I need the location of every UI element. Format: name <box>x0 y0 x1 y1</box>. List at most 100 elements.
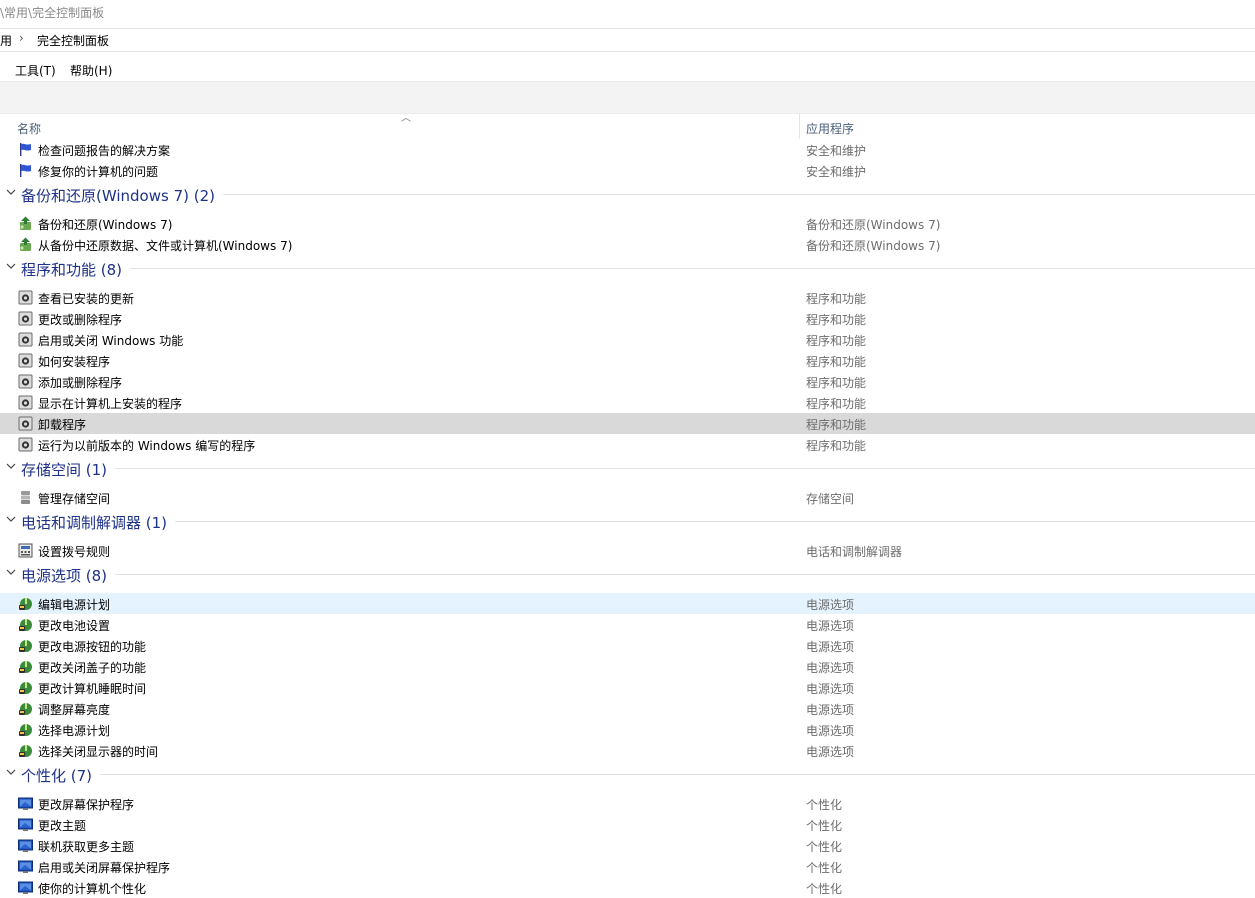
list-item[interactable]: 显示在计算机上安装的程序 程序和功能 <box>0 392 1255 413</box>
item-label: 更改电源按钮的功能 <box>38 640 147 654</box>
group-header[interactable]: 电话和调制解调器 (1) <box>0 508 1255 534</box>
column-header-category[interactable]: 应用程序 <box>806 120 854 137</box>
item-label: 从备份中还原数据、文件或计算机(Windows 7) <box>38 239 293 253</box>
list-item[interactable]: 管理存储空间 存储空间 <box>0 487 1255 508</box>
group-title: 存储空间 (1) <box>21 461 108 479</box>
item-label: 显示在计算机上安装的程序 <box>38 397 183 411</box>
list-item[interactable]: 启用或关闭 Windows 功能 程序和功能 <box>0 329 1255 350</box>
breadcrumb-chevron-icon[interactable]: › <box>19 31 24 45</box>
power-icon <box>18 638 33 653</box>
group-title: 备份和还原(Windows 7) (2) <box>21 187 215 205</box>
power-icon <box>18 743 33 758</box>
list-item[interactable]: 更改计算机睡眠时间 电源选项 <box>0 677 1255 698</box>
list-item[interactable]: 设置拨号规则 电话和调制解调器 <box>0 540 1255 561</box>
column-header: ︿ 名称 应用程序 <box>0 113 1255 139</box>
item-category: 程序和功能 <box>806 439 867 453</box>
item-category: 电源选项 <box>806 661 855 675</box>
menu-tools[interactable]: 工具(T) <box>14 62 57 79</box>
chevron-down-icon[interactable] <box>6 460 16 470</box>
item-label: 更改电池设置 <box>38 619 111 633</box>
list-item[interactable]: 联机获取更多主题 个性化 <box>0 835 1255 856</box>
item-category: 程序和功能 <box>806 376 867 390</box>
list-item[interactable]: 选择关闭显示器的时间 电源选项 <box>0 740 1255 761</box>
list-item[interactable]: 调整屏幕亮度 电源选项 <box>0 698 1255 719</box>
address-bar[interactable]: 用 › 完全控制面板 <box>0 28 1255 52</box>
item-category: 个性化 <box>806 798 843 812</box>
item-category: 电源选项 <box>806 724 855 738</box>
chevron-down-icon[interactable] <box>6 566 16 576</box>
item-category: 电源选项 <box>806 598 855 612</box>
list-item[interactable]: 查看已安装的更新 程序和功能 <box>0 287 1255 308</box>
column-divider[interactable] <box>799 113 800 139</box>
list-item[interactable]: 卸载程序 程序和功能 <box>0 413 1255 434</box>
list-item[interactable]: 如何安装程序 程序和功能 <box>0 350 1255 371</box>
item-label: 备份和还原(Windows 7) <box>38 218 173 232</box>
list-item[interactable]: 添加或删除程序 程序和功能 <box>0 371 1255 392</box>
item-label: 更改主题 <box>38 819 87 833</box>
breadcrumb-segment-parent[interactable]: 用 <box>0 32 12 49</box>
list-item[interactable]: 从备份中还原数据、文件或计算机(Windows 7) 备份和还原(Windows … <box>0 234 1255 255</box>
list-item[interactable]: 更改关闭盖子的功能 电源选项 <box>0 656 1255 677</box>
list-item[interactable]: 更改或删除程序 程序和功能 <box>0 308 1255 329</box>
group-header[interactable]: 备份和还原(Windows 7) (2) <box>0 181 1255 207</box>
item-label: 卸载程序 <box>38 418 87 432</box>
item-category: 安全和维护 <box>806 144 867 158</box>
menu-bar: 工具(T) 帮助(H) <box>0 58 1255 80</box>
group-title: 电话和调制解调器 (1) <box>21 514 168 532</box>
item-label: 如何安装程序 <box>38 355 111 369</box>
programs-icon <box>18 416 33 431</box>
item-category: 个性化 <box>806 819 843 833</box>
personalization-icon <box>18 817 33 832</box>
menu-help[interactable]: 帮助(H) <box>69 62 113 79</box>
item-label: 更改关闭盖子的功能 <box>38 661 147 675</box>
group-header[interactable]: 程序和功能 (8) <box>0 255 1255 281</box>
list-item[interactable]: 更改电池设置 电源选项 <box>0 614 1255 635</box>
item-label: 选择关闭显示器的时间 <box>38 745 159 759</box>
group-divider <box>223 194 1255 195</box>
item-category: 电源选项 <box>806 682 855 696</box>
group-header[interactable]: 存储空间 (1) <box>0 455 1255 481</box>
list-item[interactable]: 修复你的计算机的问题 安全和维护 <box>0 160 1255 181</box>
item-label: 联机获取更多主题 <box>38 840 135 854</box>
group-divider <box>115 468 1255 469</box>
list-item[interactable]: 编辑电源计划 电源选项 <box>0 593 1255 614</box>
item-label: 设置拨号规则 <box>38 545 111 559</box>
sort-ascending-icon: ︿ <box>401 113 411 124</box>
storage-icon <box>18 490 33 505</box>
item-category: 个性化 <box>806 840 843 854</box>
chevron-down-icon[interactable] <box>6 260 16 270</box>
item-label: 管理存储空间 <box>38 492 111 506</box>
group-header[interactable]: 个性化 (7) <box>0 761 1255 787</box>
list-item[interactable]: 更改屏幕保护程序 个性化 <box>0 793 1255 814</box>
power-icon <box>18 680 33 695</box>
list-item[interactable]: 选择电源计划 电源选项 <box>0 719 1255 740</box>
item-label: 启用或关闭 Windows 功能 <box>38 334 184 348</box>
personalization-icon <box>18 838 33 853</box>
list-item[interactable]: 检查问题报告的解决方案 安全和维护 <box>0 139 1255 160</box>
chevron-down-icon[interactable] <box>6 766 16 776</box>
item-category: 程序和功能 <box>806 397 867 411</box>
list-item[interactable]: 启用或关闭屏幕保护程序 个性化 <box>0 856 1255 877</box>
list-item[interactable]: 更改主题 个性化 <box>0 814 1255 835</box>
item-category: 存储空间 <box>806 492 855 506</box>
programs-icon <box>18 395 33 410</box>
chevron-down-icon[interactable] <box>6 513 16 523</box>
title-bar: \常用\完全控制面板 <box>0 0 1255 28</box>
item-label: 使你的计算机个性化 <box>38 882 147 896</box>
personalization-icon <box>18 796 33 811</box>
list-item[interactable]: 运行为以前版本的 Windows 编写的程序 程序和功能 <box>0 434 1255 455</box>
item-label: 查看已安装的更新 <box>38 292 135 306</box>
item-label: 选择电源计划 <box>38 724 111 738</box>
list-item[interactable]: 使你的计算机个性化 个性化 <box>0 877 1255 898</box>
item-category: 程序和功能 <box>806 292 867 306</box>
list-item[interactable]: 更改电源按钮的功能 电源选项 <box>0 635 1255 656</box>
item-label: 修复你的计算机的问题 <box>38 165 159 179</box>
column-header-name[interactable]: 名称 <box>17 120 41 137</box>
breadcrumb-segment-current[interactable]: 完全控制面板 <box>37 32 109 49</box>
chevron-down-icon[interactable] <box>6 186 16 196</box>
item-category: 电源选项 <box>806 703 855 717</box>
programs-icon <box>18 374 33 389</box>
personalization-icon <box>18 880 33 895</box>
group-header[interactable]: 电源选项 (8) <box>0 561 1255 587</box>
list-item[interactable]: 备份和还原(Windows 7) 备份和还原(Windows 7) <box>0 213 1255 234</box>
